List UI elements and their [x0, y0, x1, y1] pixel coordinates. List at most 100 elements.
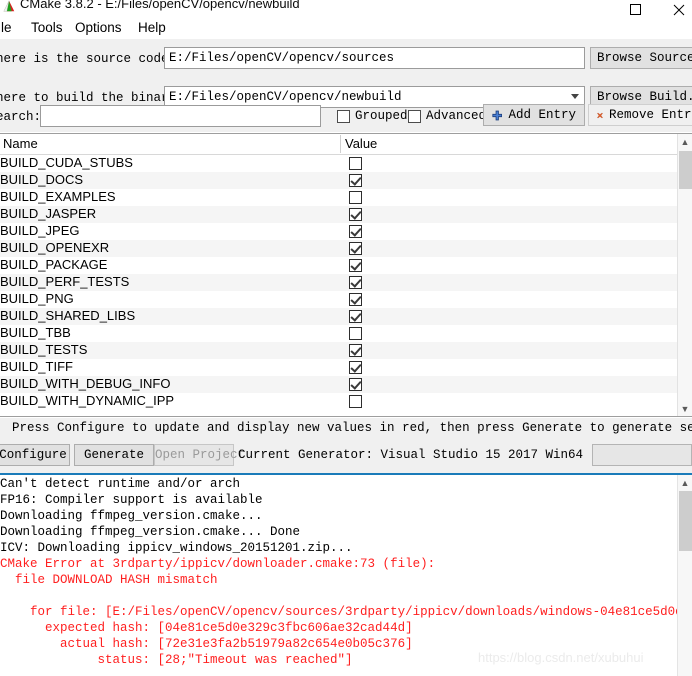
remove-entry-label: Remove Entry: [608, 108, 692, 122]
add-entry-button[interactable]: Add Entry: [483, 104, 585, 126]
configure-button[interactable]: Configure: [0, 444, 70, 466]
cache-entry-checkbox[interactable]: [349, 174, 362, 187]
open-project-button: Open Project: [154, 444, 245, 466]
cmake-logo-icon: [3, 0, 15, 12]
cache-entry-checkbox[interactable]: [349, 344, 362, 357]
cache-entry-checkbox[interactable]: [349, 242, 362, 255]
generate-button[interactable]: Generate: [74, 444, 154, 466]
cache-entry-checkbox[interactable]: [349, 395, 362, 408]
cache-entry-checkbox[interactable]: [349, 378, 362, 391]
menu-item-tools[interactable]: Tools: [28, 19, 66, 36]
cache-entry-checkbox[interactable]: [349, 276, 362, 289]
cache-entry-checkbox[interactable]: [349, 208, 362, 221]
log-line: actual hash: [72e31e3fa2b51979a82c654e0b…: [0, 637, 413, 651]
table-row[interactable]: BUILD_SHARED_LIBS: [0, 308, 677, 325]
cache-entry-name: BUILD_PACKAGE: [0, 257, 108, 272]
column-divider[interactable]: [340, 135, 341, 153]
grouped-checkbox-box: [337, 109, 350, 123]
log-line: Downloading ffmpeg_version.cmake... Done: [0, 525, 301, 539]
log-output[interactable]: Can't detect runtime and/or arch FP16: Co…: [0, 475, 692, 676]
remove-entry-button[interactable]: Remove Entry: [588, 104, 692, 126]
cache-entry-name: BUILD_WITH_DEBUG_INFO: [0, 376, 171, 391]
cache-entry-checkbox[interactable]: [349, 293, 362, 306]
source-code-label: here is the source code:: [0, 52, 177, 66]
cache-entry-name: BUILD_SHARED_LIBS: [0, 308, 136, 323]
scrollbar-thumb[interactable]: [679, 151, 692, 189]
log-line: for file: [E:/Files/openCV/opencv/source…: [0, 605, 692, 619]
table-row[interactable]: BUILD_WITH_DYNAMIC_IPP: [0, 393, 677, 410]
grouped-label: Grouped: [355, 109, 408, 123]
scroll-up-icon[interactable]: ▲: [678, 134, 692, 149]
search-input[interactable]: [40, 105, 321, 127]
grouped-checkbox[interactable]: Grouped: [337, 106, 408, 126]
table-row[interactable]: BUILD_EXAMPLES: [0, 189, 677, 206]
table-row[interactable]: BUILD_JASPER: [0, 206, 677, 223]
cache-entries-table: Name Value BUILD_CUDA_STUBS BUILD_DOCS BUI…: [0, 133, 692, 417]
table-row[interactable]: BUILD_CUDA_STUBS: [0, 155, 677, 172]
cache-entry-name: BUILD_TESTS: [0, 342, 88, 357]
table-row[interactable]: BUILD_TIFF: [0, 359, 677, 376]
table-row[interactable]: BUILD_OPENEXR: [0, 240, 677, 257]
window-title: CMake 3.8.2 - E:/Files/openCV/opencv/new…: [20, 0, 300, 11]
log-line: ICV: Downloading ippicv_windows_20151201…: [0, 541, 353, 555]
log-scroll-up-icon[interactable]: ▲: [678, 475, 692, 490]
cache-entry-name: BUILD_PNG: [0, 291, 74, 306]
advanced-checkbox[interactable]: Advanced: [408, 106, 486, 126]
table-row[interactable]: BUILD_TESTS: [0, 342, 677, 359]
advanced-label: Advanced: [426, 109, 487, 123]
cache-entry-name: BUILD_OPENEXR: [0, 240, 110, 255]
cache-entry-name: BUILD_EXAMPLES: [0, 189, 116, 204]
log-line: FP16: Compiler support is available: [0, 493, 263, 507]
cache-entry-checkbox[interactable]: [349, 157, 362, 170]
log-line: file DOWNLOAD HASH mismatch: [0, 573, 218, 587]
menu-item-file[interactable]: le: [0, 19, 15, 36]
browse-source-button[interactable]: Browse Source...: [590, 47, 692, 69]
menu-item-help[interactable]: Help: [135, 19, 169, 36]
build-binaries-value: E:/Files/openCV/opencv/newbuild: [169, 90, 402, 104]
cmake-gui-window: CMake 3.8.2 - E:/Files/openCV/opencv/new…: [0, 0, 692, 676]
cache-entry-name: BUILD_JASPER: [0, 206, 97, 221]
menu-item-options[interactable]: Options: [72, 19, 125, 36]
chevron-down-icon: [571, 94, 579, 99]
log-line: CMake Error at 3rdparty/ippicv/downloade…: [0, 557, 436, 571]
cache-entry-checkbox[interactable]: [349, 327, 362, 340]
log-scrollbar-thumb[interactable]: [679, 491, 692, 551]
log-scrollbar[interactable]: ▲: [677, 475, 692, 676]
column-header-value[interactable]: Value: [345, 136, 377, 151]
cache-entry-name: BUILD_CUDA_STUBS: [0, 155, 133, 170]
table-header: Name Value: [0, 134, 677, 155]
cross-icon: [597, 112, 603, 118]
table-row[interactable]: BUILD_PNG: [0, 291, 677, 308]
progress-bar: [592, 444, 692, 466]
cache-entry-checkbox[interactable]: [349, 361, 362, 374]
log-line: expected hash: [04e81ce5d0e329c3fbc606ae…: [0, 621, 413, 635]
close-button[interactable]: [664, 0, 692, 16]
table-row[interactable]: BUILD_PERF_TESTS: [0, 274, 677, 291]
log-line: Downloading ffmpeg_version.cmake...: [0, 509, 263, 523]
cache-entry-name: BUILD_TIFF: [0, 359, 73, 374]
hint-text: Press Configure to update and display ne…: [12, 421, 692, 435]
plus-icon: [492, 110, 503, 120]
cache-entry-name: BUILD_JPEG: [0, 223, 80, 238]
hint-bar: Press Configure to update and display ne…: [0, 418, 692, 440]
cache-entry-name: BUILD_DOCS: [0, 172, 84, 187]
table-row[interactable]: BUILD_PACKAGE: [0, 257, 677, 274]
table-row[interactable]: BUILD_WITH_DEBUG_INFO: [0, 376, 677, 393]
menu-bar: le Tools Options Help: [0, 17, 692, 39]
scroll-down-icon[interactable]: ▼: [678, 401, 692, 416]
source-code-input[interactable]: E:/Files/openCV/opencv/sources: [164, 47, 585, 69]
watermark-text: https://blog.csdn.net/xubuhui: [478, 650, 644, 665]
cache-entry-checkbox[interactable]: [349, 310, 362, 323]
cache-entry-checkbox[interactable]: [349, 259, 362, 272]
cache-entry-checkbox[interactable]: [349, 191, 362, 204]
cache-entry-checkbox[interactable]: [349, 225, 362, 238]
action-bar: Configure Generate Open Project Current …: [0, 440, 692, 475]
cache-entry-name: BUILD_PERF_TESTS: [0, 274, 130, 289]
table-row[interactable]: BUILD_JPEG: [0, 223, 677, 240]
cache-list-scrollbar[interactable]: ▲ ▼: [677, 134, 692, 416]
table-row[interactable]: BUILD_TBB: [0, 325, 677, 342]
log-line: Can't detect runtime and/or arch: [0, 477, 241, 491]
table-row[interactable]: BUILD_DOCS: [0, 172, 677, 189]
column-header-name[interactable]: Name: [3, 136, 38, 151]
maximize-button[interactable]: [620, 0, 650, 16]
